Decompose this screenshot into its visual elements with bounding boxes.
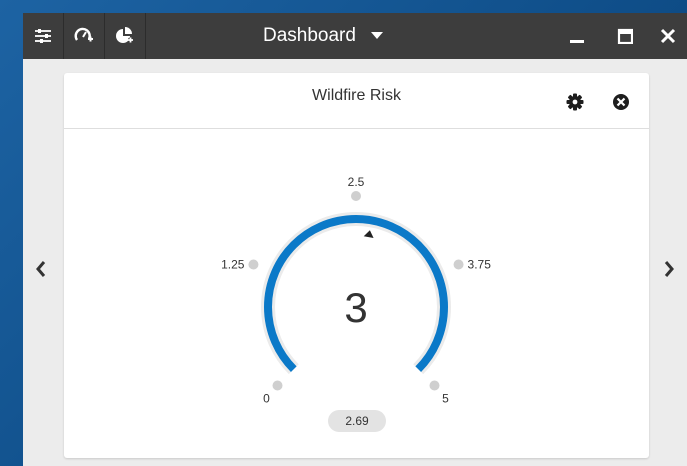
gauge-add-icon[interactable] (64, 13, 105, 59)
gauge-tick-dot (248, 259, 259, 270)
gauge-tick-dot (272, 380, 283, 391)
caret-down-icon (370, 27, 384, 45)
gauge-tick-dot (429, 380, 440, 391)
maximize-icon[interactable] (610, 13, 640, 59)
dashboard-selector[interactable]: Dashboard (263, 13, 384, 59)
gauge-tick-label: 5 (442, 391, 449, 405)
gauge-tick-dot (453, 259, 464, 270)
gauge-tick-dot (351, 191, 361, 201)
gear-icon[interactable] (564, 91, 586, 113)
sliders-icon[interactable] (23, 13, 64, 59)
minimize-icon[interactable] (562, 13, 592, 59)
pie-add-icon[interactable] (105, 13, 146, 59)
title-bar: Dashboard (23, 13, 687, 59)
card-title: Wildfire Risk (312, 87, 401, 104)
gauge-tick-label: 1.25 (221, 258, 245, 272)
close-circle-icon[interactable] (610, 91, 632, 113)
dashboard-title: Dashboard (263, 25, 356, 46)
gauge-secondary-marker (363, 230, 374, 239)
gauge-value: 3 (344, 284, 367, 331)
close-icon[interactable] (653, 13, 683, 59)
card-header: Wildfire Risk (64, 73, 649, 129)
secondary-value-badge: 2.69 (328, 410, 386, 432)
chevron-right-icon[interactable] (659, 255, 679, 283)
gauge-tick-label: 3.75 (468, 258, 492, 272)
widget-window: Dashboard Wildfire Risk 0 1.25 2.5 3.75 … (23, 13, 687, 466)
gauge-tick-label: 0 (263, 391, 270, 405)
chevron-left-icon[interactable] (31, 255, 51, 283)
gauge-tick-label: 2.5 (348, 175, 365, 189)
gauge-widget-card: Wildfire Risk 0 1.25 2.5 3.75 5 3 2.69 (64, 73, 649, 458)
gauge-chart: 0 1.25 2.5 3.75 5 3 (221, 175, 492, 405)
